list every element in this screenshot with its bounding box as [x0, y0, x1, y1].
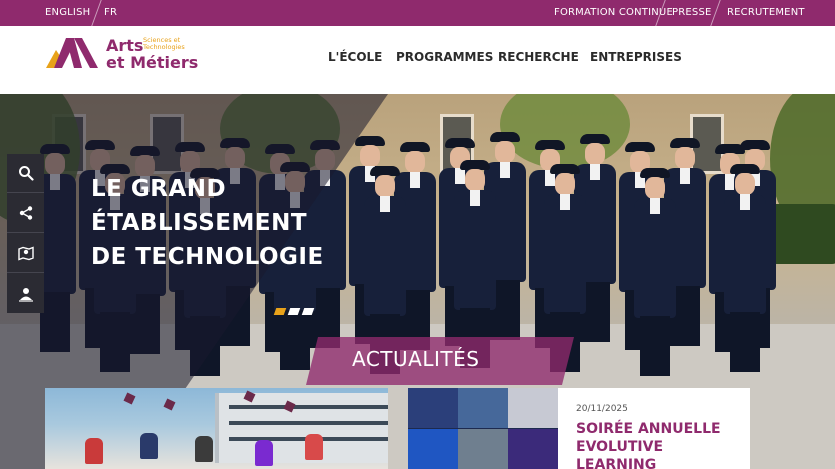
collage-tile	[508, 388, 558, 428]
person-face	[585, 143, 605, 165]
site-header: Arts Sciences et Technologies et Métiers…	[0, 26, 835, 94]
building-stripe	[229, 421, 388, 425]
building-stripe	[229, 405, 388, 409]
share-icon	[19, 206, 32, 220]
person-shirt	[650, 198, 660, 214]
person-shirt	[500, 162, 510, 178]
arts-et-metiers-logo-mark	[46, 38, 98, 68]
collage-tile	[408, 388, 458, 428]
person-face	[645, 177, 665, 199]
person-body	[454, 190, 496, 310]
news-section-title: ACTUALITÉS	[352, 347, 480, 371]
person-legs	[280, 310, 310, 370]
nav-item-recherche[interactable]: RECHERCHE	[498, 50, 579, 64]
share-button[interactable]	[7, 194, 44, 233]
person-face	[360, 145, 380, 167]
person-legs	[730, 312, 760, 372]
person-shirt	[410, 172, 420, 188]
social-sidebar	[7, 154, 44, 313]
person-shirt	[455, 168, 465, 184]
presse-link[interactable]: PRESSE	[672, 0, 712, 26]
divider	[710, 0, 721, 26]
hero-title-line3: DE TECHNOLOGIE	[91, 244, 324, 270]
collage-tile	[508, 429, 558, 469]
search-icon	[18, 166, 34, 181]
person-shirt	[470, 190, 480, 206]
graduation-cap	[123, 392, 136, 405]
logo-tagline: Sciences et Technologies	[143, 37, 185, 51]
person-face	[675, 147, 695, 169]
person-shirt	[560, 194, 570, 210]
news-card-image[interactable]	[45, 388, 388, 469]
contact-button[interactable]	[7, 274, 44, 313]
search-button[interactable]	[7, 154, 44, 193]
graduate-person	[305, 434, 323, 460]
person-face	[405, 151, 425, 173]
collage-tile	[458, 429, 508, 469]
collage-tile	[458, 388, 508, 428]
hero-title-line1: LE GRAND	[91, 176, 227, 202]
person-body	[634, 198, 676, 318]
news-card-collage[interactable]	[408, 388, 558, 469]
news-card-date: 20/11/2025	[576, 404, 628, 414]
nav-item-entreprises[interactable]: ENTREPRISES	[590, 50, 682, 64]
nav-item-programmes[interactable]: PROGRAMMES	[396, 50, 493, 64]
divider	[91, 0, 102, 26]
hero-title: LE GRAND ÉTABLISSEMENT DE TECHNOLOGIE	[91, 172, 391, 274]
map-button[interactable]	[7, 234, 44, 273]
person-face	[465, 169, 485, 191]
building-image	[215, 393, 388, 463]
top-utility-bar: ENGLISH FR FORMATION CONTINUE PRESSE REC…	[0, 0, 835, 26]
recrutement-link[interactable]: RECRUTEMENT	[727, 0, 805, 26]
hero-title-line2: ÉTABLISSEMENT	[91, 210, 308, 236]
person-legs	[640, 316, 670, 376]
logo-tagline-line2: Technologies	[143, 43, 185, 51]
nav-item-ecole[interactable]: L'ÉCOLE	[328, 50, 382, 64]
person-shirt	[740, 194, 750, 210]
map-icon	[17, 246, 34, 261]
language-english-link[interactable]: ENGLISH	[45, 0, 90, 26]
person-body	[724, 194, 766, 314]
graduation-cap	[163, 398, 176, 411]
news-card-title[interactable]: SOIRÉE ANNUELLE EVOLUTIVE LEARNING FACTO…	[576, 420, 746, 469]
graduate-person	[85, 438, 103, 464]
language-fr-link[interactable]: FR	[104, 0, 117, 26]
formation-continue-link[interactable]: FORMATION CONTINUE	[554, 0, 673, 26]
graduate-person	[255, 440, 273, 466]
person-face	[555, 173, 575, 195]
person-shirt	[590, 164, 600, 180]
contact-icon	[18, 287, 33, 302]
person-shirt	[680, 168, 690, 184]
logo-text-metiers: et Métiers	[106, 53, 199, 72]
person-body	[544, 194, 586, 314]
graduate-person	[140, 433, 158, 459]
collage-tile	[408, 429, 458, 469]
graduate-person	[195, 436, 213, 462]
person-face	[495, 141, 515, 163]
person-face	[735, 173, 755, 195]
